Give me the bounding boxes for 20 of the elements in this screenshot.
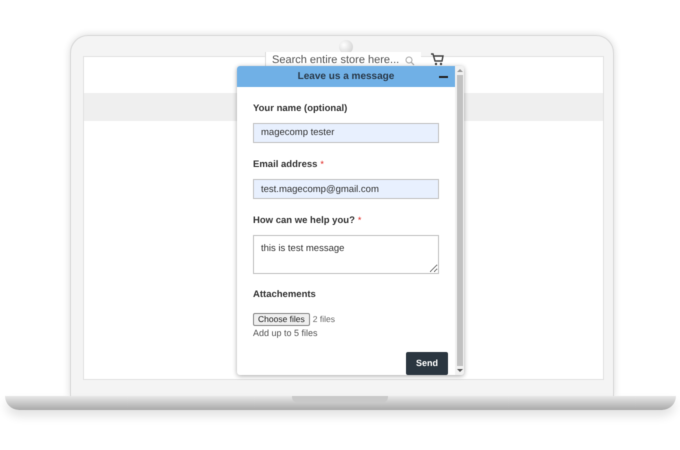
scrollbar-thumb[interactable] xyxy=(456,75,462,366)
message-textarea[interactable]: this is test message xyxy=(253,235,439,274)
input-field[interactable]: test.magecomp@gmail.com xyxy=(253,179,439,199)
scroll-up-icon xyxy=(456,68,462,73)
scrollbar[interactable] xyxy=(455,66,464,375)
search-icon xyxy=(405,56,415,66)
attachments-label: Attachements xyxy=(253,288,317,302)
attachments-hint: Add up to 5 files xyxy=(253,326,319,340)
scroll-down-icon xyxy=(456,368,462,373)
file-count: 2 files xyxy=(312,312,335,326)
field-label: Your name (optional) xyxy=(253,102,348,116)
cart-icon[interactable] xyxy=(430,53,444,66)
field-label: How can we help you? xyxy=(253,214,355,228)
required-asterisk: * xyxy=(358,214,362,228)
send-button[interactable]: Send xyxy=(406,352,448,375)
required-asterisk: * xyxy=(320,158,324,172)
choose-files-button[interactable]: Choose files xyxy=(253,312,310,326)
dialog-title: Leave us a message xyxy=(298,70,394,84)
input-field[interactable]: magecomp tester xyxy=(253,122,439,143)
field-label: Email address xyxy=(253,158,318,172)
